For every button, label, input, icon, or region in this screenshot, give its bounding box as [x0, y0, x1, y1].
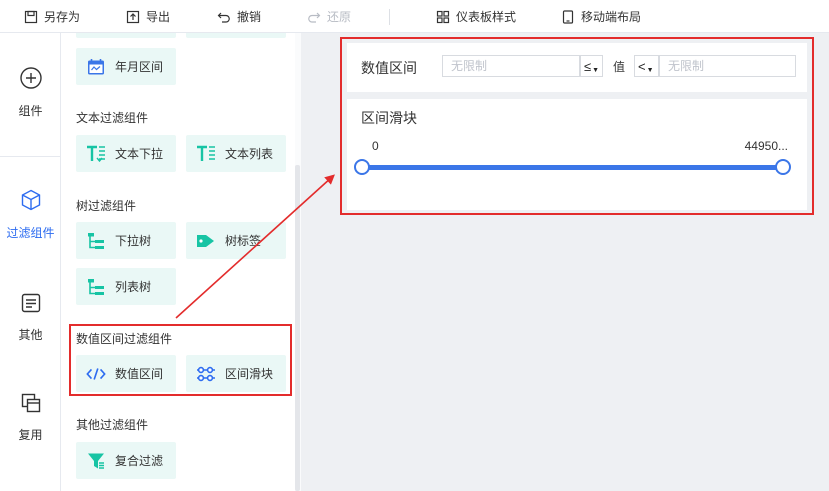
slider-track[interactable]	[362, 165, 784, 170]
undo-button[interactable]: 撤销	[217, 0, 261, 33]
section-title-other-filter: 其他过滤组件	[76, 418, 149, 432]
mobile-layout-button[interactable]: 移动端布局	[561, 0, 641, 33]
widget-label: 文本列表	[225, 147, 274, 161]
widget-year-month-range[interactable]: 年月区间	[76, 48, 176, 85]
widget-label: 树标签	[225, 234, 262, 248]
widget-dropdown-tree[interactable]: 下拉树	[76, 222, 176, 259]
rail-item-label: 过滤组件	[6, 226, 55, 240]
save-as-icon	[24, 10, 38, 23]
redo-icon	[308, 12, 321, 23]
text-dropdown-icon	[86, 144, 106, 164]
mobile-layout-label: 移动端布局	[581, 10, 642, 24]
min-operator-select[interactable]: ≤ ▼	[580, 55, 603, 77]
tree-tag-icon	[196, 231, 216, 251]
rail-item-components[interactable]: 组件	[0, 66, 61, 119]
widget-label: 数值区间	[115, 367, 164, 381]
save-as-label: 另存为	[44, 10, 81, 24]
min-operator-value: ≤	[584, 58, 592, 74]
widget-text-list[interactable]: 文本列表	[186, 135, 286, 172]
slider-icon	[196, 364, 216, 384]
funnel-icon	[86, 451, 106, 471]
toolbar-divider	[389, 9, 390, 25]
list-tree-icon	[86, 277, 106, 297]
code-icon	[86, 364, 106, 384]
section-title-tree-filter: 树过滤组件	[76, 199, 137, 213]
widget-label: 下拉树	[115, 234, 152, 248]
chevron-down-icon: ▼	[592, 66, 600, 74]
export-icon	[126, 10, 140, 23]
filter-widget-panel: 年月区间 文本过滤组件 文本下拉 文本列表 树过滤组件 下拉树 树标签 列表树 …	[61, 33, 295, 491]
copy-icon	[21, 393, 40, 413]
widget-label: 列表树	[115, 280, 152, 294]
export-label: 导出	[146, 10, 171, 24]
widget-label: 文本下拉	[115, 147, 164, 161]
slider-min-handle[interactable]	[354, 159, 370, 175]
redo-button[interactable]: 还原	[307, 0, 351, 33]
max-operator-value: <	[638, 58, 646, 74]
range-slider-title: 区间滑块	[361, 110, 417, 126]
export-button[interactable]: 导出	[126, 0, 170, 33]
widget-range-slider[interactable]: 区间滑块	[186, 355, 286, 392]
section-title-numeric-range-filter: 数值区间过滤组件	[76, 332, 173, 346]
numeric-range-title: 数值区间	[361, 60, 417, 76]
slider-max-value: 44950...	[744, 139, 788, 153]
top-toolbar: 另存为 导出 撤销 还原 仪表板样式 移动端布局	[0, 0, 829, 33]
widget-partial	[76, 33, 176, 38]
widget-compound-filter[interactable]: 复合过滤	[76, 442, 176, 479]
range-slider-card[interactable]: 区间滑块 0 44950...	[347, 99, 807, 210]
widget-text-dropdown[interactable]: 文本下拉	[76, 135, 176, 172]
dashboard-canvas: 数值区间 无限制 ≤ ▼ 值 < ▼ 无限制 区间滑块 0 44950...	[301, 33, 829, 491]
dashboard-style-label: 仪表板样式	[456, 10, 517, 24]
slider-min-value: 0	[372, 139, 379, 153]
document-icon	[21, 293, 40, 313]
chevron-down-icon: ▼	[646, 66, 654, 74]
rail-item-other[interactable]: 其他	[0, 292, 61, 343]
slider-max-handle[interactable]	[775, 159, 791, 175]
left-rail: 组件 过滤组件 其他 复用	[0, 33, 61, 491]
undo-label: 撤销	[237, 10, 262, 24]
widget-partial	[186, 33, 286, 38]
calendar-icon	[86, 57, 106, 77]
redo-label: 还原	[327, 10, 352, 24]
value-label: 值	[613, 60, 626, 74]
dashboard-style-icon	[436, 10, 450, 23]
rail-divider	[0, 156, 61, 157]
save-as-button[interactable]: 另存为	[24, 0, 80, 33]
rail-item-filter-components[interactable]: 过滤组件	[0, 188, 61, 241]
widget-list-tree[interactable]: 列表树	[76, 268, 176, 305]
panel-scrollbar-thumb[interactable]	[295, 165, 300, 491]
widget-label: 区间滑块	[225, 367, 274, 381]
max-operator-select[interactable]: < ▼	[634, 55, 659, 77]
dropdown-tree-icon	[86, 231, 106, 251]
section-title-text-filter: 文本过滤组件	[76, 111, 149, 125]
widget-label: 年月区间	[115, 60, 164, 74]
text-list-icon	[196, 144, 216, 164]
cube-icon	[21, 189, 40, 211]
widget-tree-tag[interactable]: 树标签	[186, 222, 286, 259]
undo-icon	[217, 12, 230, 23]
rail-item-reuse[interactable]: 复用	[0, 392, 61, 443]
numeric-range-card[interactable]: 数值区间 无限制 ≤ ▼ 值 < ▼ 无限制	[347, 43, 807, 92]
mobile-layout-icon	[562, 9, 574, 24]
range-min-input[interactable]: 无限制	[442, 55, 580, 77]
rail-item-label: 复用	[18, 428, 43, 442]
range-max-input[interactable]: 无限制	[659, 55, 796, 77]
rail-item-label: 组件	[18, 104, 43, 118]
plus-circle-icon	[19, 67, 42, 89]
widget-label: 复合过滤	[115, 454, 164, 468]
dashboard-style-button[interactable]: 仪表板样式	[436, 0, 516, 33]
widget-numeric-range[interactable]: 数值区间	[76, 355, 176, 392]
rail-item-label: 其他	[18, 328, 43, 342]
